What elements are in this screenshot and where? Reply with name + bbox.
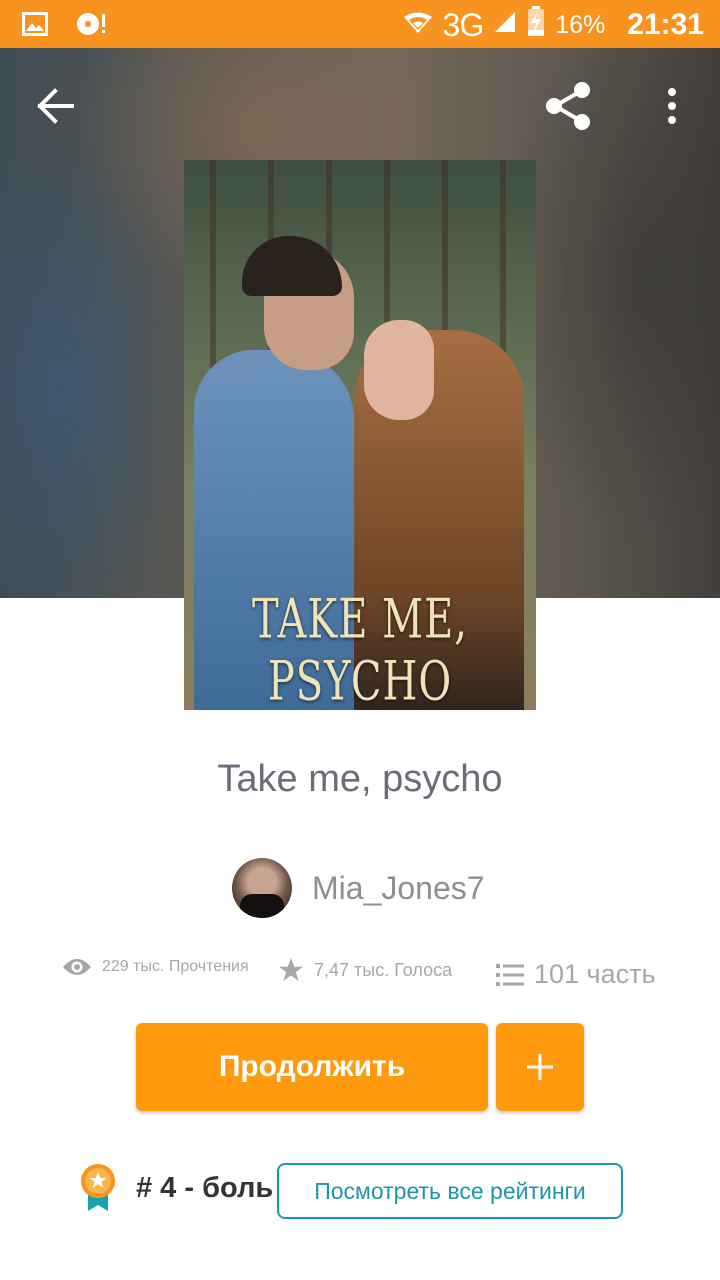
back-button[interactable] bbox=[28, 78, 84, 134]
more-options-button[interactable] bbox=[650, 78, 694, 134]
more-vertical-icon bbox=[668, 88, 676, 124]
story-cover[interactable]: TAKE ME, PSYCHO bbox=[184, 160, 536, 710]
author-name[interactable]: Mia_Jones7 bbox=[312, 870, 485, 907]
plus-icon bbox=[527, 1054, 553, 1080]
battery-percent: 16% bbox=[555, 10, 606, 39]
network-type: 3G bbox=[442, 6, 485, 43]
clock: 21:31 bbox=[627, 8, 704, 41]
parts-count: 101 часть bbox=[534, 959, 656, 989]
story-title: Take me, psycho bbox=[217, 758, 503, 800]
signal-icon bbox=[493, 9, 517, 42]
ranking-badge-icon bbox=[81, 1164, 115, 1211]
share-icon bbox=[546, 82, 590, 130]
story-stats: 229 тыс. Прочтения 7,47 тыс. Голоса 101 … bbox=[0, 955, 720, 995]
continue-reading-button[interactable]: Продолжить bbox=[136, 1023, 488, 1111]
star-icon bbox=[279, 958, 303, 981]
ranking-row: # 4 - боль bbox=[78, 1163, 273, 1213]
parts-stat: 101 часть bbox=[496, 959, 656, 990]
votes-count: 7,47 тыс. Голоса bbox=[314, 959, 453, 980]
status-bar: 3G 16% 21:31 bbox=[0, 0, 720, 48]
view-all-rankings-button[interactable]: Посмотреть все рейтинги bbox=[277, 1163, 623, 1219]
reads-count: 229 тыс. Прочтения bbox=[102, 958, 249, 975]
gallery-notification-icon bbox=[22, 12, 48, 41]
reads-stat: 229 тыс. Прочтения bbox=[62, 957, 249, 977]
add-to-library-button[interactable] bbox=[496, 1023, 584, 1111]
back-arrow-icon bbox=[37, 88, 74, 124]
list-icon bbox=[496, 963, 524, 986]
share-button[interactable] bbox=[540, 76, 596, 136]
votes-stat: 7,47 тыс. Голоса bbox=[278, 957, 452, 983]
wifi-icon bbox=[403, 9, 433, 42]
ranking-text: # 4 - боль bbox=[136, 1171, 274, 1204]
author-avatar[interactable] bbox=[232, 858, 292, 918]
music-notification-icon bbox=[76, 10, 108, 43]
cover-title: TAKE ME, PSYCHO bbox=[251, 588, 469, 710]
battery-charging-icon bbox=[527, 6, 545, 44]
author-link[interactable]: Mia_Jones7 bbox=[232, 858, 485, 918]
eye-icon bbox=[63, 959, 91, 975]
